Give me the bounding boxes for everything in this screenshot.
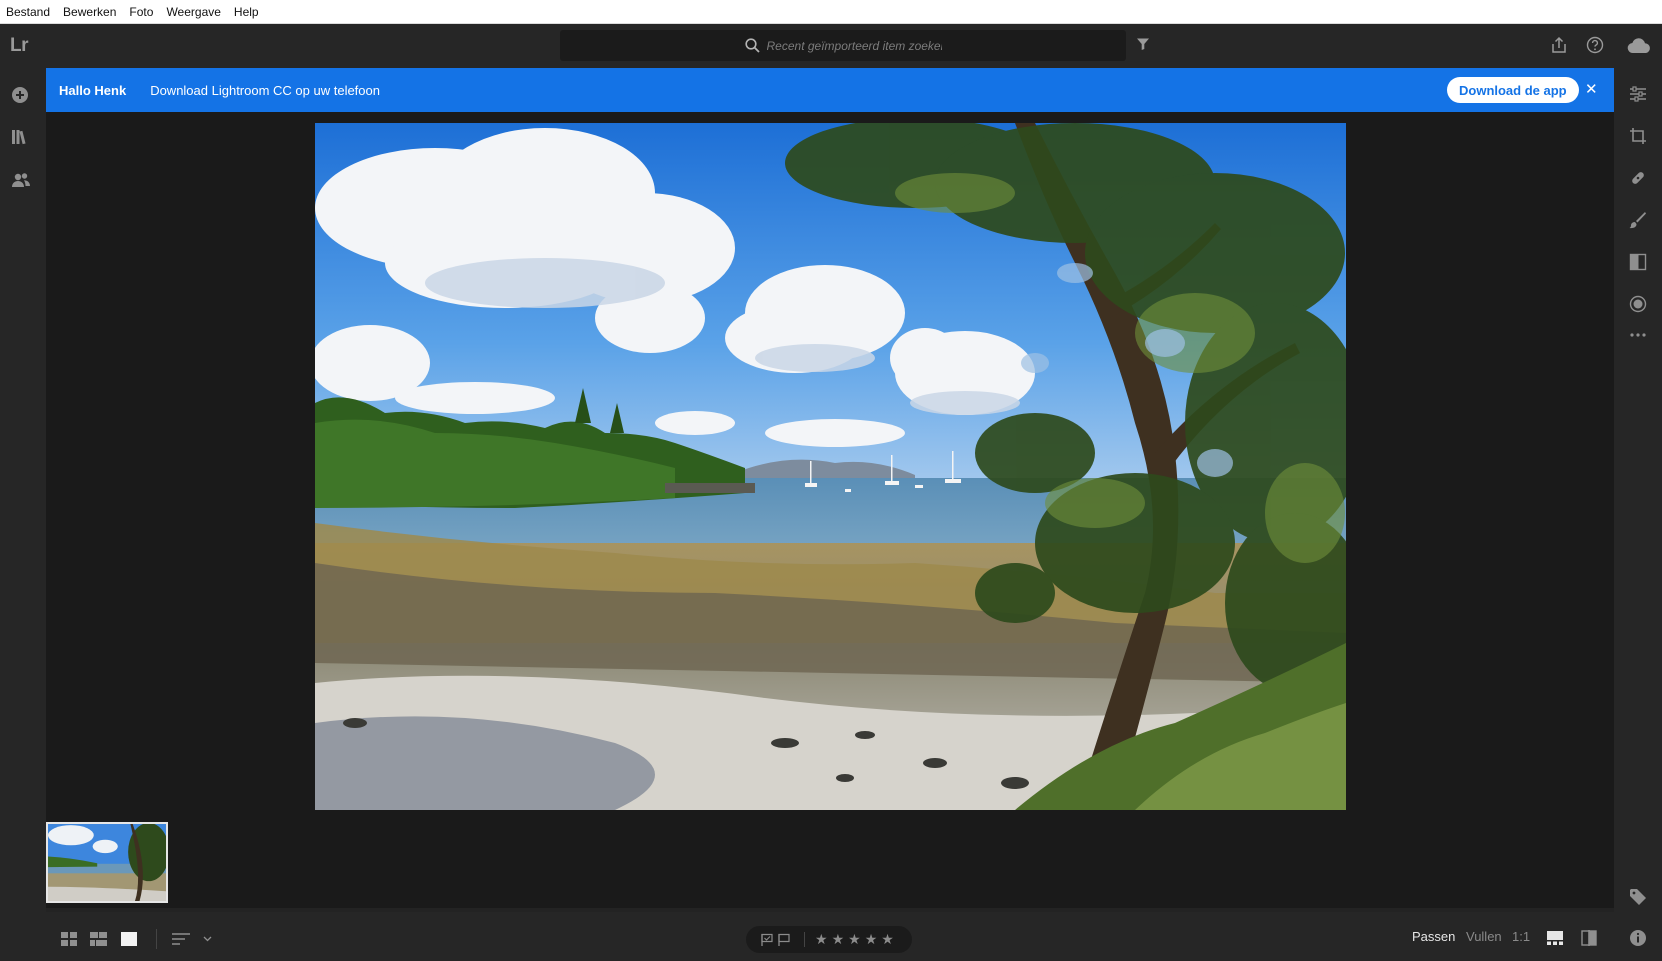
filter-icon[interactable] — [1136, 37, 1150, 51]
search-box[interactable] — [560, 30, 1126, 61]
zoom-fit-button[interactable]: Passen — [1412, 929, 1455, 944]
chevron-down-icon[interactable] — [203, 936, 212, 942]
edit-sliders-icon[interactable] — [1629, 85, 1647, 103]
right-rail — [1614, 68, 1662, 961]
crop-icon[interactable] — [1629, 127, 1647, 145]
add-photos-icon[interactable] — [11, 86, 29, 104]
pick-flag-icon[interactable] — [760, 933, 774, 946]
menu-foto[interactable]: Foto — [129, 5, 153, 19]
help-icon[interactable] — [1586, 36, 1604, 54]
star-4[interactable]: ★ — [865, 931, 878, 948]
sort-icon[interactable] — [172, 933, 190, 945]
toolbar-divider — [156, 929, 157, 949]
photo-canvas — [46, 112, 1614, 912]
bottom-toolbar: ★ ★ ★ ★ ★ Passen Vullen 1:1 — [46, 912, 1614, 961]
search-icon — [744, 38, 760, 53]
compare-view-icon[interactable] — [1581, 930, 1597, 946]
info-icon[interactable] — [1629, 929, 1647, 947]
detail-view-icon[interactable] — [121, 932, 137, 946]
banner-close-button[interactable]: ✕ — [1585, 80, 1598, 98]
zoom-1-1-button[interactable]: 1:1 — [1512, 929, 1530, 944]
photo-grid-icon[interactable] — [90, 932, 107, 946]
cloud-sync-icon[interactable] — [1627, 38, 1651, 54]
rating-flag-bar: ★ ★ ★ ★ ★ — [746, 926, 912, 953]
download-app-button[interactable]: Download de app — [1447, 77, 1579, 103]
filmstrip-toggle-icon[interactable] — [1547, 931, 1563, 945]
main-photo[interactable] — [315, 123, 1346, 810]
healing-icon[interactable] — [1629, 169, 1647, 187]
star-3[interactable]: ★ — [848, 931, 861, 948]
star-1[interactable]: ★ — [815, 931, 828, 948]
banner-message: Download Lightroom CC op uw telefoon — [150, 82, 380, 98]
linear-gradient-icon[interactable] — [1629, 253, 1647, 271]
filmstrip — [46, 820, 1614, 912]
photo-thumbnail[interactable] — [46, 822, 168, 903]
radial-gradient-icon[interactable] — [1629, 295, 1647, 313]
left-rail — [0, 68, 46, 961]
menu-bestand[interactable]: Bestand — [6, 5, 50, 19]
menu-bewerken[interactable]: Bewerken — [63, 5, 116, 19]
menu-help[interactable]: Help — [234, 5, 259, 19]
search-input[interactable] — [766, 38, 942, 53]
lightroom-window: Bestand Bewerken Foto Weergave Help Lr R… — [0, 0, 1662, 961]
banner-greeting: Hallo Henk — [59, 82, 127, 98]
menu-weergave[interactable]: Weergave — [166, 5, 220, 19]
brush-icon[interactable] — [1629, 211, 1647, 229]
star-5[interactable]: ★ — [881, 931, 894, 948]
more-icon[interactable] — [1629, 332, 1647, 338]
promo-banner: Hallo Henk Download Lightroom CC op uw t… — [46, 68, 1614, 112]
zoom-fill-button[interactable]: Vullen — [1466, 929, 1502, 944]
library-icon[interactable] — [11, 128, 29, 146]
lightroom-logo: Lr — [10, 35, 29, 56]
share-icon[interactable] — [1551, 36, 1567, 54]
rating-divider — [804, 932, 805, 947]
reject-flag-icon[interactable] — [777, 933, 791, 946]
star-2[interactable]: ★ — [832, 931, 845, 948]
top-bar: Lr — [0, 24, 1662, 68]
people-icon[interactable] — [11, 171, 31, 189]
square-grid-icon[interactable] — [61, 932, 77, 946]
keyword-tag-icon[interactable] — [1629, 888, 1647, 906]
menu-bar: Bestand Bewerken Foto Weergave Help — [0, 0, 1662, 24]
